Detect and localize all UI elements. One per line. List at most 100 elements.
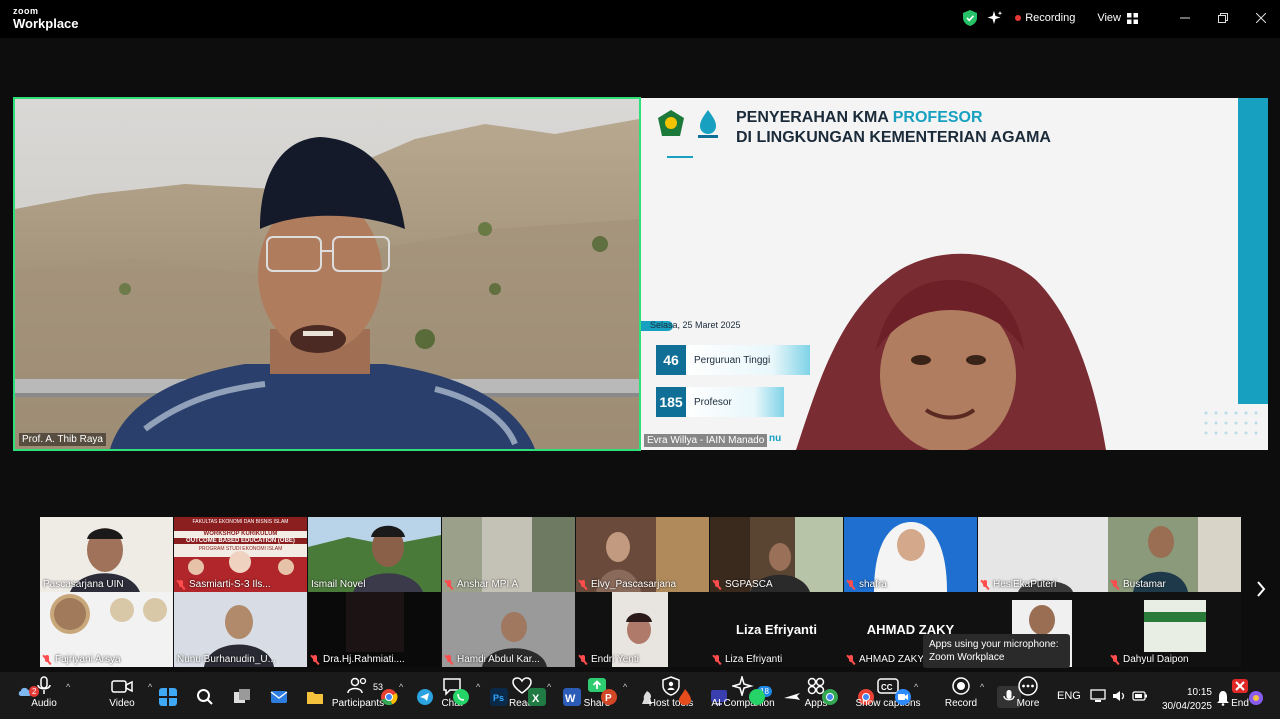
participant-tile[interactable]: Endri Yenti xyxy=(576,592,709,667)
whatsapp-icon[interactable] xyxy=(452,688,470,706)
participant-name: Bustamar xyxy=(1111,579,1166,590)
share-options-caret[interactable]: ^ xyxy=(623,682,627,692)
audio-label: Audio xyxy=(31,698,57,709)
system-clock[interactable]: 10:15 30/04/2025 xyxy=(1160,686,1212,714)
slide-decoration-bar xyxy=(1238,98,1268,404)
chevron-right-icon xyxy=(1257,581,1266,597)
participant-tile[interactable]: FAKULTAS EKONOMI DAN BISNIS ISLAM WORKSH… xyxy=(174,517,307,592)
language-indicator[interactable]: ENG xyxy=(1057,672,1081,719)
view-button[interactable]: View xyxy=(1097,12,1138,24)
workshop-text-3: OUTCOME BASED EDUCATION (OBE) xyxy=(174,538,307,544)
participants-label: Participants xyxy=(331,698,385,709)
powerpoint-icon[interactable]: P xyxy=(600,688,618,706)
encryption-shield-icon[interactable] xyxy=(963,10,978,26)
speaker-video-frame xyxy=(15,99,639,449)
file-explorer-icon[interactable] xyxy=(306,688,324,706)
captions-options-caret[interactable]: ^ xyxy=(914,682,918,692)
share-button[interactable]: Share xyxy=(567,676,627,709)
participant-tile[interactable]: Liza Efriyanti Liza Efriyanti xyxy=(710,592,843,667)
participant-name: Pascasarjana UIN xyxy=(43,579,124,590)
recording-dot-icon xyxy=(1015,15,1022,21)
stat-profesor: 185 Profesor xyxy=(656,387,784,417)
participant-tile[interactable]: HesiEkaPuteri xyxy=(978,517,1111,592)
participant-tile[interactable]: Hamdi Abdul Kar... xyxy=(442,592,575,667)
battery-icon[interactable] xyxy=(1132,688,1148,704)
office-flame-icon[interactable] xyxy=(676,688,694,706)
chat-options-caret[interactable]: ^ xyxy=(476,682,480,692)
participant-tile[interactable]: Nunu Burhanudin_U... xyxy=(174,592,307,667)
participant-tile[interactable]: Anshar MPI A xyxy=(442,517,575,592)
gallery-next-page-button[interactable] xyxy=(1256,580,1266,603)
close-window-button[interactable] xyxy=(1242,0,1280,36)
excel-icon[interactable]: X xyxy=(528,688,546,706)
participant-name: Dahyul Daipon xyxy=(1111,654,1189,665)
participant-tile[interactable]: Ismail Novel xyxy=(308,517,441,592)
chrome-profile-icon[interactable] xyxy=(821,688,839,706)
search-icon[interactable] xyxy=(196,688,214,706)
zoom-logo: zoom Workplace xyxy=(13,6,79,31)
workshop-text-1: FAKULTAS EKONOMI DAN BISNIS ISLAM xyxy=(192,519,289,525)
more-button[interactable]: More xyxy=(998,676,1058,709)
restore-button[interactable] xyxy=(1204,0,1242,36)
zoom-app-icon[interactable] xyxy=(894,688,912,706)
whatsapp-desktop-icon[interactable] xyxy=(748,688,766,706)
stat-value: 185 xyxy=(656,387,686,417)
participant-name: Elvy_Pascasarjana xyxy=(579,579,676,590)
participant-tile[interactable]: Bustamar xyxy=(1108,517,1241,592)
active-speaker-video[interactable]: Prof. A. Thib Raya xyxy=(13,97,641,451)
end-meeting-icon xyxy=(1232,679,1248,693)
participant-tile[interactable]: SGPASCA xyxy=(710,517,843,592)
participant-name: shafra xyxy=(847,579,887,590)
participants-options-caret[interactable]: ^ xyxy=(399,682,403,692)
more-label: More xyxy=(1016,698,1040,709)
show-captions-button[interactable]: CC Show captions xyxy=(852,676,924,709)
mic-muted-icon xyxy=(981,579,989,590)
slide-title-accent: PROFESOR xyxy=(892,109,983,126)
minimize-button[interactable] xyxy=(1166,0,1204,36)
participant-name: Sasmiarti-S-3 Ils... xyxy=(177,579,271,590)
participant-tile[interactable]: Pascasarjana UIN xyxy=(40,517,173,592)
participant-tile[interactable]: Fajriyani Arsya xyxy=(40,592,173,667)
participants-button[interactable]: Participants xyxy=(328,676,388,709)
record-options-caret[interactable]: ^ xyxy=(980,682,984,692)
chrome-icon[interactable] xyxy=(380,688,398,706)
ministry-logo-icon xyxy=(658,110,684,136)
presenter-name-text: Evra Willya - IAIN Manado xyxy=(647,435,765,446)
copilot-icon[interactable] xyxy=(1248,690,1264,706)
svg-text:P: P xyxy=(605,693,612,704)
video-options-caret[interactable]: ^ xyxy=(148,682,152,692)
grid-view-icon xyxy=(1127,12,1138,24)
mic-muted-icon xyxy=(847,579,855,590)
end-label: End xyxy=(1231,698,1249,709)
react-options-caret[interactable]: ^ xyxy=(547,682,551,692)
task-view-icon[interactable] xyxy=(233,688,251,706)
recording-indicator[interactable]: Recording xyxy=(1015,12,1075,24)
mic-muted-icon xyxy=(311,654,319,665)
close-icon xyxy=(1256,13,1266,23)
mic-muted-icon xyxy=(1111,654,1119,665)
presenter-video[interactable]: PENYERAHAN KMA PROFESOR DI LINGKUNGAN KE… xyxy=(641,98,1268,450)
participant-tile[interactable]: Dra.Hj.Rahmiati.... xyxy=(308,592,441,667)
participant-tile[interactable]: Elvy_Pascasarjana xyxy=(576,517,709,592)
participants-icon xyxy=(347,677,367,694)
mic-muted-icon xyxy=(713,654,721,665)
display-tray-icon[interactable] xyxy=(1090,688,1106,704)
stat-value: 46 xyxy=(656,345,686,375)
participant-tile[interactable]: shafra xyxy=(844,517,977,592)
record-button[interactable]: Record xyxy=(931,676,991,709)
audio-options-caret[interactable]: ^ xyxy=(66,682,70,692)
clock-time: 10:15 xyxy=(1186,687,1212,698)
meeting-toolbar: Audio 2 ^ Video ^ Participants 53 ^ Chat… xyxy=(0,672,1280,719)
slide-divider xyxy=(667,156,693,158)
ai-sparkle-icon[interactable] xyxy=(987,10,1003,26)
participant-tile[interactable]: Dahyul Daipon xyxy=(1108,592,1241,667)
participant-name: Hamdi Abdul Kar... xyxy=(445,654,540,665)
volume-icon[interactable] xyxy=(1111,688,1127,704)
slide-title: PENYERAHAN KMA PROFESOR DI LINGKUNGAN KE… xyxy=(736,108,1051,148)
logo-line1: zoom xyxy=(13,6,39,16)
title-bar: zoom Workplace Recording View xyxy=(0,0,1280,38)
slide-dots-decoration xyxy=(1204,411,1258,435)
video-button[interactable]: Video xyxy=(92,676,152,709)
mail-icon[interactable] xyxy=(270,688,288,706)
windows-start-icon[interactable] xyxy=(159,688,177,706)
